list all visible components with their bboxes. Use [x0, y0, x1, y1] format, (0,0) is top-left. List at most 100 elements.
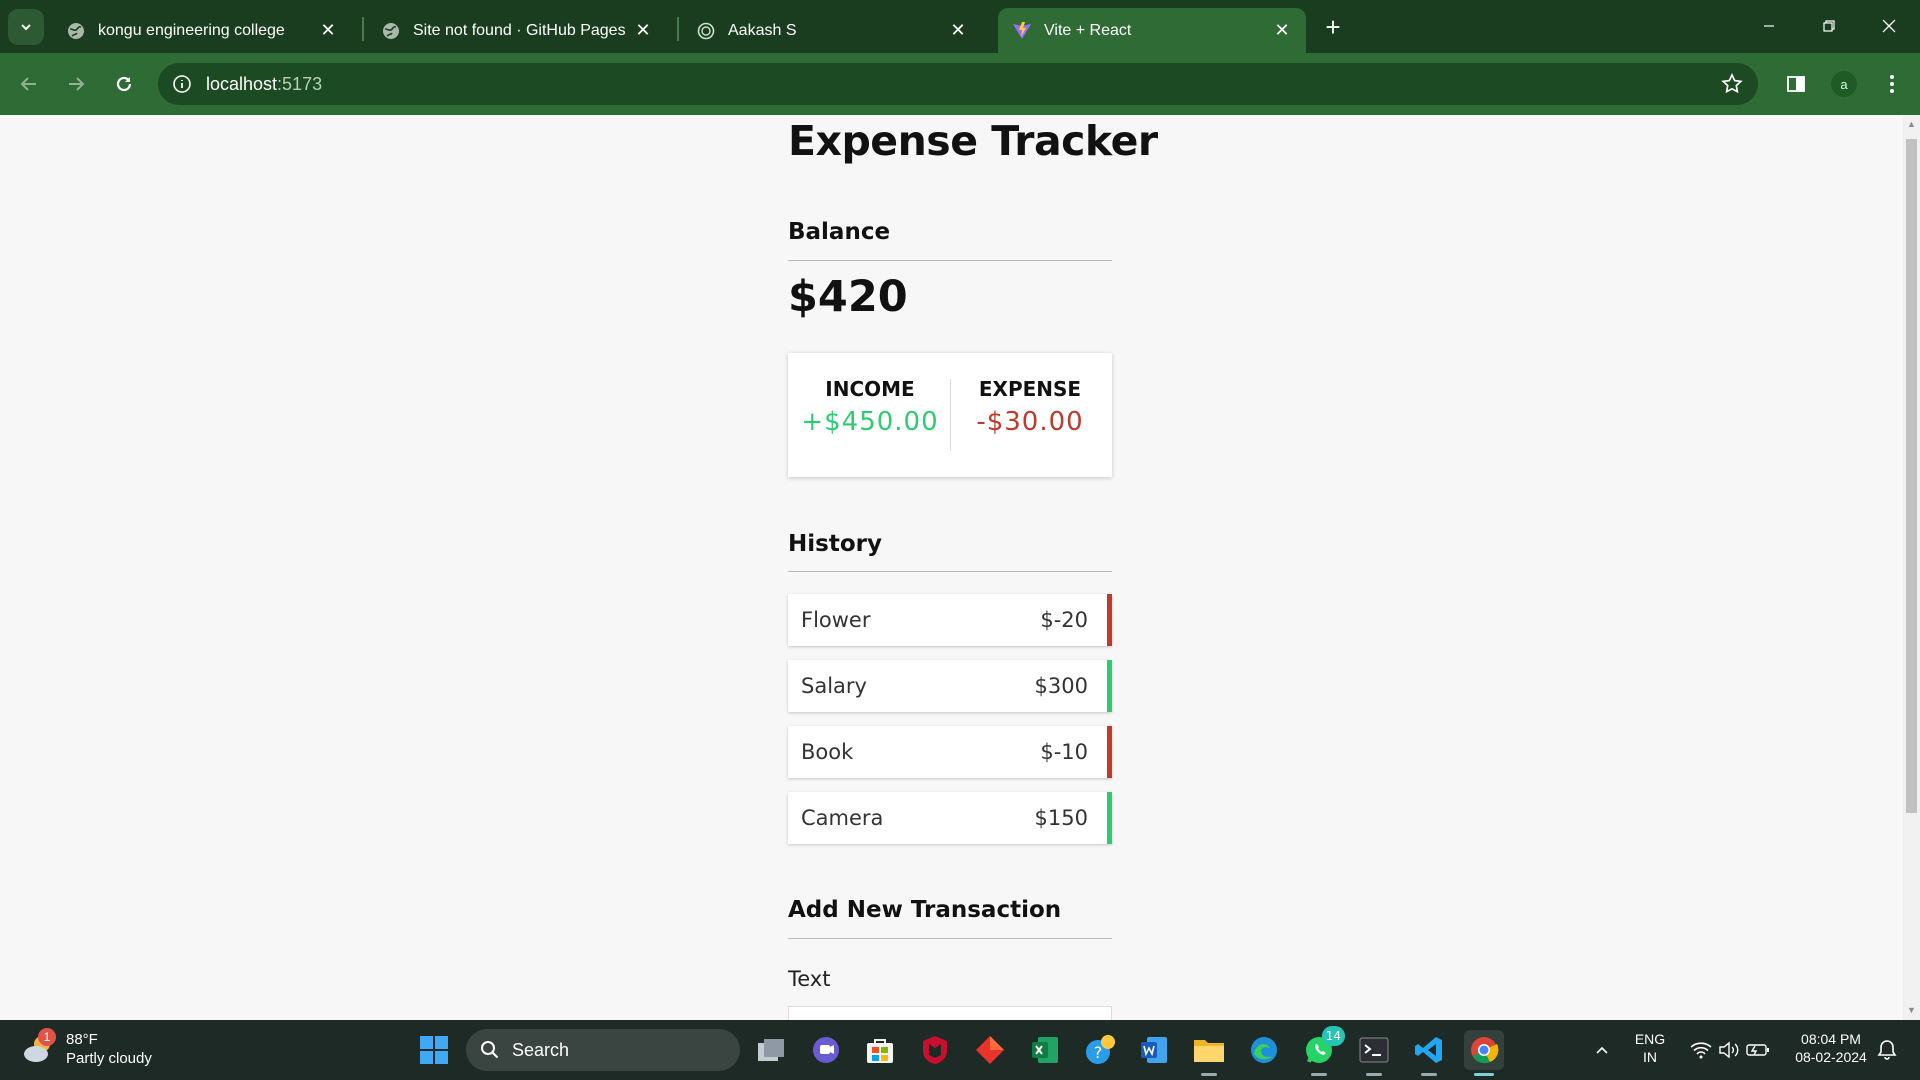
side-panel-button[interactable] [1779, 67, 1813, 101]
terminal-button[interactable] [1354, 1030, 1394, 1076]
notification-badge: 14 [1321, 1026, 1345, 1046]
help-icon: ? [1086, 1035, 1115, 1064]
globe-icon [66, 21, 86, 41]
income-label: INCOME [825, 377, 915, 401]
windows-taskbar: 1 88°F Partly cloudy Search ? 14 ENG IN … [0, 1020, 1920, 1080]
browser-tab-bar: kongu engineering college ✕ Site not fou… [0, 0, 1920, 53]
site-info-icon[interactable] [170, 72, 194, 96]
teams-chat-button[interactable] [806, 1030, 846, 1070]
transaction-amount: $150 [1034, 806, 1088, 830]
get-help-button[interactable]: ? [1080, 1030, 1120, 1070]
teams-chat-icon [813, 1037, 839, 1063]
chrome-icon [1471, 1037, 1499, 1064]
more-vertical-icon [1890, 75, 1894, 93]
mcafee-button[interactable] [915, 1030, 955, 1070]
transaction-text: Flower [801, 608, 871, 632]
add-transaction-heading: Add New Transaction [788, 897, 1062, 923]
start-button[interactable] [414, 1030, 454, 1070]
divider [788, 260, 1112, 261]
new-tab-button[interactable]: + [1318, 12, 1348, 42]
transaction-item[interactable]: Book $-10 [788, 726, 1112, 778]
terminal-icon [1359, 1037, 1389, 1063]
tab-title: Aakash S [728, 21, 797, 39]
page-scrollbar[interactable]: ▲ ▼ [1903, 115, 1920, 1020]
tab-github-pages[interactable]: Site not found · GitHub Pages ✕ [367, 8, 667, 53]
scroll-thumb[interactable] [1906, 139, 1917, 813]
lang-line1: ENG [1634, 1031, 1666, 1047]
tab-title: kongu engineering college [98, 21, 285, 39]
transaction-text: Book [801, 740, 854, 764]
language-indicator[interactable]: ENG IN [1628, 1030, 1672, 1066]
expense-amount: -$30.00 [976, 407, 1084, 437]
profile-button[interactable]: a [1827, 67, 1861, 101]
task-view-button[interactable] [751, 1030, 791, 1070]
restore-icon [1823, 20, 1835, 32]
clock[interactable]: 08:04 PM 08-02-2024 [1786, 1030, 1876, 1066]
circle-icon [696, 21, 716, 41]
vscode-button[interactable] [1409, 1030, 1449, 1076]
tab-separator [362, 17, 364, 41]
transaction-item[interactable]: Salary $300 [788, 660, 1112, 712]
back-button[interactable] [12, 67, 46, 101]
show-hidden-icons-button[interactable] [1582, 1030, 1622, 1070]
file-explorer-button[interactable] [1189, 1030, 1229, 1076]
battery-icon [1746, 1044, 1769, 1056]
whatsapp-button[interactable]: 14 [1299, 1026, 1345, 1076]
excel-button[interactable] [1025, 1030, 1065, 1070]
transaction-amount: $-10 [1040, 740, 1088, 764]
running-indicator [1474, 1073, 1494, 1076]
search-icon [481, 1041, 499, 1059]
scroll-down-icon[interactable]: ▼ [1907, 1006, 1916, 1015]
bookmark-star-icon[interactable] [1720, 72, 1744, 96]
transaction-amount: $300 [1034, 674, 1088, 698]
reload-icon [116, 76, 132, 92]
address-bar[interactable]: localhost :5173 [158, 63, 1758, 105]
mcafee-shield-icon [923, 1036, 947, 1064]
tab-search-button[interactable] [8, 9, 44, 45]
avatar: a [1831, 71, 1857, 97]
forward-button[interactable] [59, 67, 93, 101]
arrow-right-icon [69, 77, 85, 91]
taskbar-search[interactable]: Search [466, 1029, 740, 1071]
text-field-label: Text [788, 967, 831, 991]
transaction-item[interactable]: Camera $150 [788, 792, 1112, 844]
tab-aakash[interactable]: Aakash S ✕ [682, 8, 982, 53]
chevron-up-icon [1596, 1046, 1608, 1054]
minimize-button[interactable] [1746, 8, 1792, 44]
scroll-up-icon[interactable]: ▲ [1907, 120, 1916, 129]
text-input[interactable] [788, 1006, 1112, 1020]
reload-button[interactable] [107, 67, 141, 101]
edge-icon [1251, 1037, 1277, 1063]
menu-button[interactable] [1875, 67, 1909, 101]
page-title: Expense Tracker [788, 117, 1158, 165]
app-red-diamond-button[interactable] [970, 1030, 1010, 1070]
weather-widget[interactable]: 1 88°F Partly cloudy [20, 1028, 152, 1068]
quick-settings-button[interactable] [1680, 1030, 1780, 1070]
chrome-button[interactable] [1464, 1030, 1504, 1076]
weather-badge: 1 [38, 1028, 56, 1046]
close-window-button[interactable] [1866, 8, 1912, 44]
page-viewport: Expense Tracker Balance $420 INCOME +$45… [0, 115, 1903, 1020]
close-icon[interactable]: ✕ [1268, 17, 1296, 45]
word-button[interactable] [1134, 1030, 1174, 1070]
running-indicator [1201, 1073, 1217, 1076]
clock-time: 08:04 PM [1801, 1031, 1861, 1047]
tab-vite-react[interactable]: Vite + React ✕ [998, 8, 1306, 53]
microsoft-store-button[interactable] [860, 1030, 900, 1070]
weather-desc: Partly cloudy [66, 1050, 152, 1067]
transaction-item[interactable]: Flower $-20 [788, 594, 1112, 646]
close-icon[interactable]: ✕ [944, 17, 972, 45]
balance-amount: $420 [788, 272, 908, 322]
balance-heading: Balance [788, 219, 891, 245]
close-icon[interactable]: ✕ [314, 17, 342, 45]
close-icon[interactable]: ✕ [629, 17, 657, 45]
diamond-app-icon [976, 1036, 1004, 1064]
restore-button[interactable] [1806, 8, 1852, 44]
task-view-icon [758, 1039, 784, 1061]
notifications-button[interactable] [1872, 1030, 1902, 1070]
tab-kongu[interactable]: kongu engineering college ✕ [52, 8, 352, 53]
edge-button[interactable] [1244, 1030, 1284, 1070]
browser-toolbar: localhost :5173 a [0, 53, 1920, 115]
windows-logo-icon [420, 1036, 448, 1064]
arrow-left-icon [20, 77, 36, 91]
